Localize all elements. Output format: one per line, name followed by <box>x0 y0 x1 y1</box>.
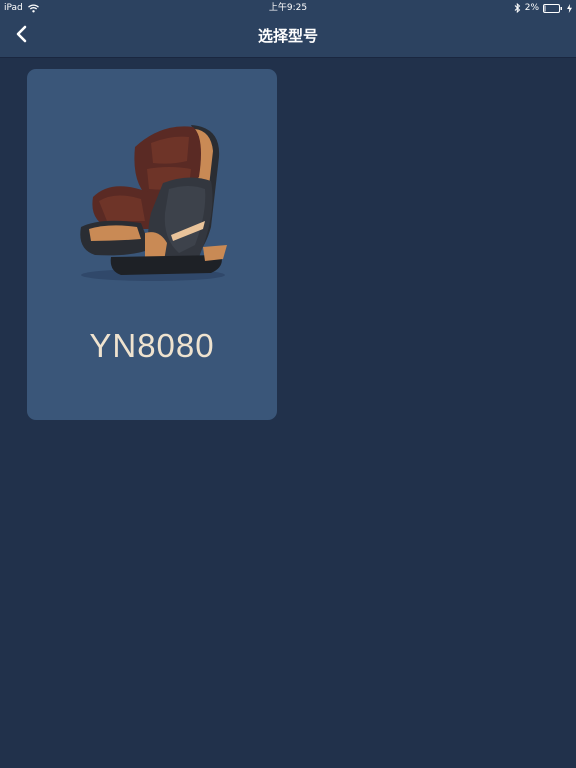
model-name: YN8080 <box>89 327 215 364</box>
massage-chair-image <box>71 117 233 285</box>
model-card-yn8080[interactable]: YN8080 <box>27 69 277 420</box>
battery-percent: 2% <box>524 3 539 13</box>
status-bar: iPad 上午9:25 2% <box>0 0 576 16</box>
bluetooth-icon <box>514 3 521 13</box>
status-right: 2% <box>514 0 572 16</box>
status-time: 上午9:25 <box>268 3 308 13</box>
nav-bar: 选择型号 <box>0 16 576 58</box>
charging-icon <box>567 3 572 13</box>
battery-icon <box>543 3 563 13</box>
page-title: 选择型号 <box>257 27 318 45</box>
